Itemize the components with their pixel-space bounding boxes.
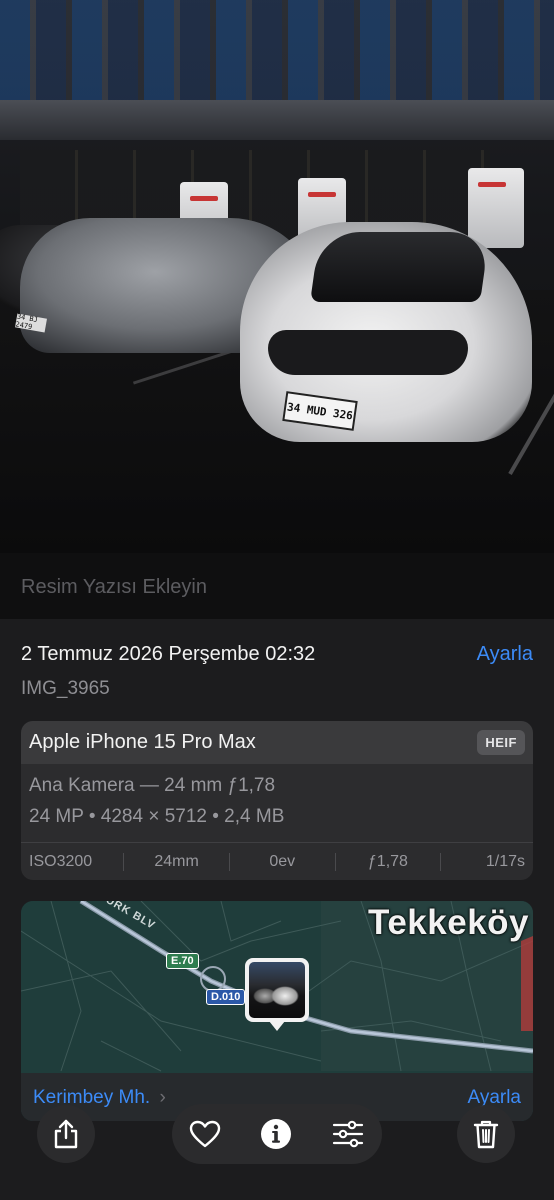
adjust-icon bbox=[332, 1120, 364, 1148]
exif-exposure: 0ev bbox=[269, 852, 296, 870]
center-toolbar bbox=[172, 1104, 382, 1164]
format-badge: HEIF bbox=[477, 730, 525, 755]
edit-adjust-button[interactable] bbox=[332, 1118, 364, 1150]
caption-input[interactable]: Resim Yazısı Ekleyin bbox=[21, 576, 207, 599]
delete-button[interactable] bbox=[457, 1105, 515, 1163]
photo-filename: IMG_3965 bbox=[21, 678, 110, 699]
pin-thumbnail bbox=[249, 962, 305, 1018]
favorite-button[interactable] bbox=[189, 1118, 221, 1150]
exif-shutter: 1/17s bbox=[485, 852, 526, 870]
lens-info: Ana Kamera — 24 mm ƒ1,78 bbox=[29, 775, 276, 796]
exif-iso: ISO3200 bbox=[29, 852, 93, 870]
road-badge-e70: E.70 bbox=[166, 953, 199, 969]
info-button[interactable] bbox=[260, 1118, 292, 1150]
road-badge-d010: D.010 bbox=[206, 989, 246, 1005]
location-map[interactable]: URK BLV E.70 D.010 Tekkeköy Kerimbey Mh.… bbox=[21, 901, 533, 1121]
image-specs: 24 MP • 4284 × 5712 • 2,4 MB bbox=[29, 806, 285, 827]
exif-row: ISO3200 24mm 0ev ƒ1,78 1/17s bbox=[21, 842, 533, 880]
photo-viewer[interactable]: 34 MUD 326 34 BJ 2479 bbox=[0, 0, 554, 553]
exif-aperture: ƒ1,78 bbox=[367, 852, 408, 870]
photo-date: 2 Temmuz 2026 Perşembe 02:32 bbox=[21, 643, 316, 665]
location-place-link[interactable]: Kerimbey Mh. › bbox=[33, 1087, 166, 1109]
map-area-label: Tekkeköy bbox=[368, 903, 529, 942]
device-name: Apple iPhone 15 Pro Max bbox=[29, 731, 256, 753]
share-button[interactable] bbox=[37, 1105, 95, 1163]
camera-info-card: Apple iPhone 15 Pro Max HEIF Ana Kamera … bbox=[21, 721, 533, 880]
adjust-date-button[interactable]: Ayarla bbox=[477, 643, 533, 666]
heart-icon bbox=[189, 1120, 221, 1148]
photo-location-pin[interactable] bbox=[245, 958, 309, 1031]
info-icon bbox=[261, 1119, 291, 1149]
camera-card-header: Apple iPhone 15 Pro Max HEIF bbox=[21, 721, 533, 764]
exif-focal-length: 24mm bbox=[154, 852, 199, 870]
trash-icon bbox=[473, 1120, 499, 1149]
share-icon bbox=[54, 1119, 78, 1149]
chevron-right-icon: › bbox=[159, 1087, 166, 1108]
